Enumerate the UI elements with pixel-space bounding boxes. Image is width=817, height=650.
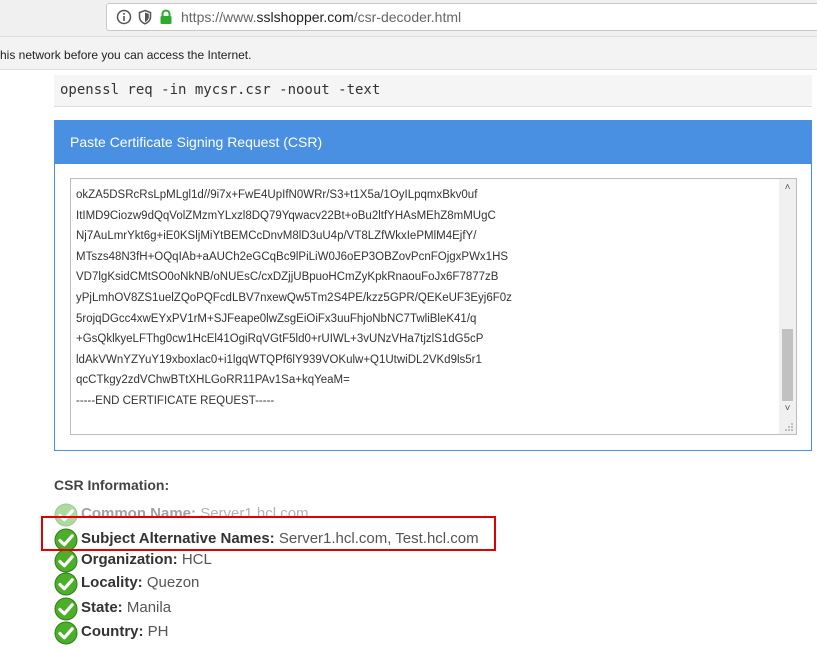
csr-text-line: VD7lgKsidCMtSO0oNkNB/oNUEsC/cxDZjjUBpuoH… [76, 271, 499, 284]
csr-text-line: 5rojqDGcc4xwEYxPV1rM+SJFeape0lwZsgEiOiFx… [76, 312, 477, 325]
url-path: /csr-decoder.html [353, 9, 462, 25]
green-check-icon [54, 597, 78, 621]
csr-text-content: okZA5DSRcRsLpMLgl1d//9i7x+FwE4UpIfN0WRr/… [76, 185, 512, 412]
csr-info-label: Locality: [81, 574, 143, 591]
csr-info-text: Locality: Quezon [81, 574, 199, 591]
green-check-icon [54, 572, 78, 596]
panel-title: Paste Certificate Signing Request (CSR) [70, 134, 323, 150]
csr-info-heading: CSR Information: [54, 477, 170, 493]
textarea-scrollbar[interactable]: ˄ ˅ [779, 179, 796, 434]
network-notice-text: his network before you can access the In… [0, 48, 252, 62]
scroll-down-icon[interactable]: ˅ [779, 400, 796, 417]
info-icon[interactable] [116, 9, 132, 25]
csr-textarea[interactable]: okZA5DSRcRsLpMLgl1d//9i7x+FwE4UpIfN0WRr/… [70, 178, 797, 435]
panel-heading: Paste Certificate Signing Request (CSR) [55, 121, 811, 164]
csr-text-line: MTszs48N3fH+OQqIAb+aAUCh2eGCqBc9lPiLiW0J… [76, 250, 509, 263]
csr-text-line: -----END CERTIFICATE REQUEST----- [76, 394, 275, 407]
address-bar[interactable]: https://www.sslshopper.com/csr-decoder.h… [106, 3, 817, 31]
browser-toolbar: https://www.sslshopper.com/csr-decoder.h… [0, 0, 817, 36]
tracking-shield-icon[interactable] [137, 9, 153, 25]
green-check-icon [54, 549, 78, 573]
csr-info-label: Country: [81, 623, 144, 640]
csr-info-value: Quezon [146, 574, 200, 591]
csr-text-line: ldAkVWnYZYuY19xboxlac0+i1lgqWTQPf6lY939V… [76, 353, 482, 366]
lock-icon[interactable] [158, 9, 174, 25]
csr-info-value: PH [147, 623, 169, 640]
csr-info-label: Organization: [81, 551, 178, 568]
csr-info-text: Country: PH [81, 623, 169, 640]
csr-text-line: okZA5DSRcRsLpMLgl1d//9i7x+FwE4UpIfN0WRr/… [76, 189, 478, 201]
csr-text-line: qcCTkgy2zdVChwBTtXHLGoRR11PAv1Sa+kqYeaM= [76, 374, 350, 387]
csr-text-line: Nj7AuLmrYkt6g+iE0KSljMiYtBEMCcDnvM8lD3uU… [76, 230, 477, 243]
annotation-highlight-box [41, 516, 496, 551]
command-code-block: openssl req -in mycsr.csr -noout -text [54, 75, 812, 107]
openssl-command: openssl req -in mycsr.csr -noout -text [60, 82, 381, 98]
csr-text-line: yPjLmhOV8ZS1uelZQoPQFcdLBV7nxewQw5Tm2S4P… [76, 291, 512, 304]
csr-info-text: Organization: HCL [81, 551, 212, 568]
csr-info-value: HCL [181, 551, 212, 568]
csr-text-line: +GsQklkyeLFThg0cw1HcEl41OgiRqVGtF5ld0+rU… [76, 333, 484, 346]
url-text[interactable]: https://www.sslshopper.com/csr-decoder.h… [181, 9, 461, 25]
csr-info-value: Manila [126, 599, 172, 616]
csr-text-line: ItIMD9Ciozw9dQqVolZMzmYLxzl8DQ79Yqwacv22… [76, 209, 496, 222]
network-notice-bar: his network before you can access the In… [0, 36, 817, 70]
url-prefix: https://www. [181, 9, 257, 25]
csr-info-text: State: Manila [81, 599, 171, 616]
resize-grip-icon[interactable] [784, 422, 794, 432]
green-check-icon [54, 621, 78, 645]
scroll-thumb[interactable] [782, 329, 793, 401]
scroll-up-icon[interactable]: ˄ [779, 179, 796, 196]
url-domain: sslshopper.com [256, 9, 354, 25]
csr-panel: Paste Certificate Signing Request (CSR) … [54, 120, 812, 451]
csr-info-label: State: [81, 599, 123, 616]
